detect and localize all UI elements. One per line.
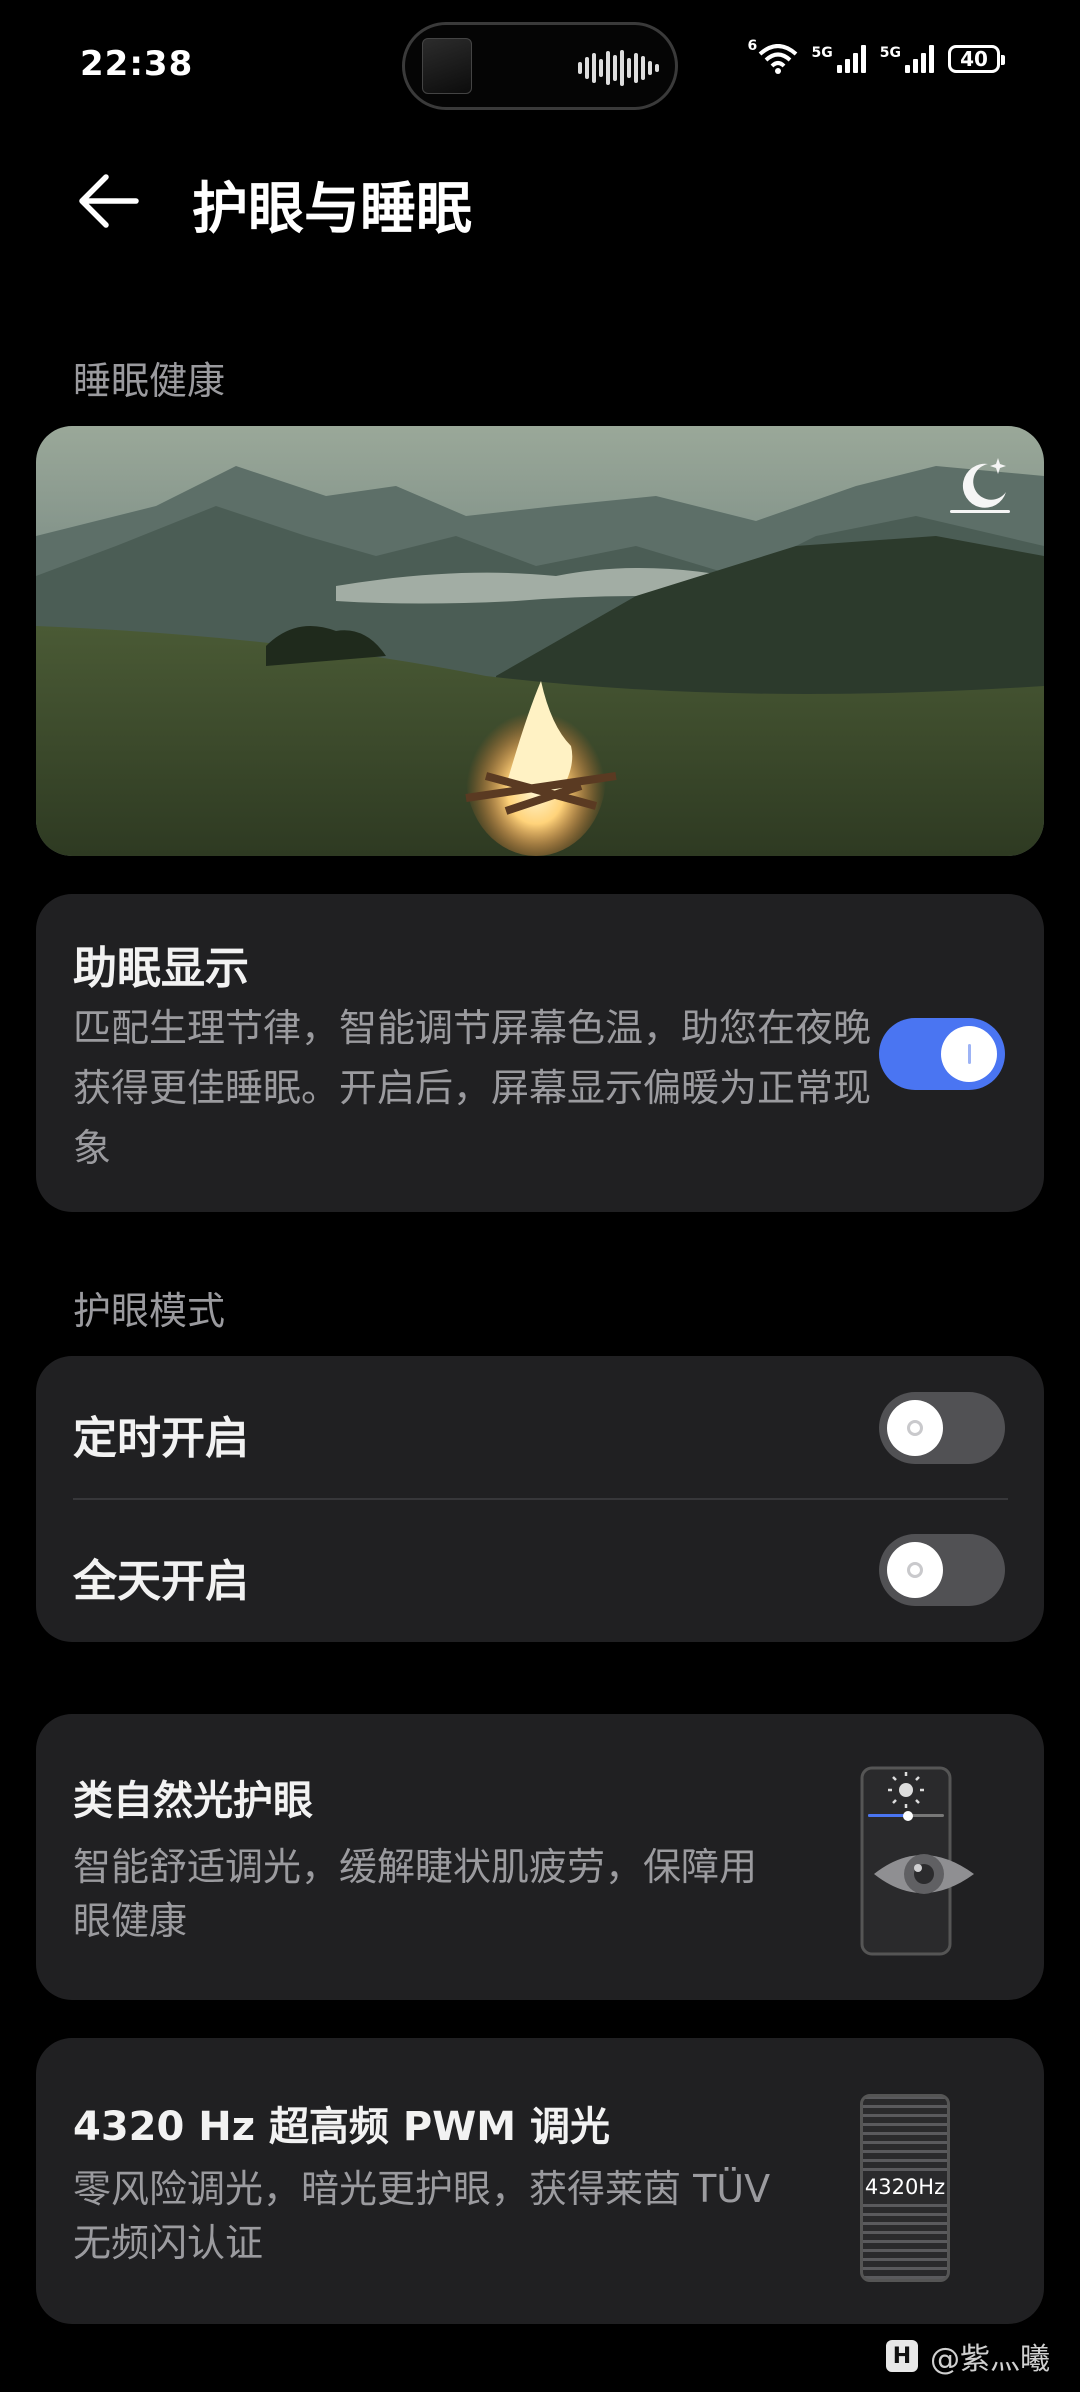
all-day-on-toggle[interactable] xyxy=(879,1534,1005,1606)
section-heading-eye: 护眼模式 xyxy=(73,1289,226,1333)
status-icons: 6 5G 5G 40 xyxy=(748,38,1005,74)
pwm-frequency-icon: 4320Hz xyxy=(860,2094,950,2282)
pwm-desc: 零风险调光，暗光更护眼，获得莱茵 TÜV 无频闪认证 xyxy=(73,2167,771,2265)
status-time: 22:38 xyxy=(80,44,194,84)
watermark-text: @紫灬曦 xyxy=(930,2342,1050,2377)
eye-brightness-icon xyxy=(860,1766,980,1960)
sleep-hero-image xyxy=(36,426,1044,856)
divider xyxy=(73,1498,1008,1500)
back-button[interactable] xyxy=(76,168,142,234)
watermark-logo: H xyxy=(886,2340,918,2372)
natural-light-card[interactable]: 类自然光护眼 智能舒适调光，缓解睫状肌疲劳，保障用眼健康 xyxy=(36,1714,1044,2000)
back-arrow-icon xyxy=(79,174,139,228)
signal-icon-2: 5G xyxy=(880,45,934,73)
all-day-on-label: 全天开启 xyxy=(73,1556,249,1607)
media-thumbnail xyxy=(422,38,472,94)
scheduled-on-label: 定时开启 xyxy=(73,1413,249,1464)
watermark: H @紫灬曦 xyxy=(886,2334,1050,2378)
natural-light-title: 类自然光护眼 xyxy=(73,1778,313,1824)
section-heading-sleep: 睡眠健康 xyxy=(73,359,226,403)
assist-sleep-card[interactable]: 助眠显示 匹配生理节律，智能调节屏幕色温，助您在夜晚获得更佳睡眠。开启后，屏幕显… xyxy=(36,894,1044,1212)
eye-mode-card: 定时开启 全天开启 xyxy=(36,1356,1044,1642)
assist-sleep-title: 助眠显示 xyxy=(73,943,249,994)
audio-waveform-icon xyxy=(578,48,659,88)
battery-icon: 40 xyxy=(948,45,1005,73)
pwm-card[interactable]: 4320 Hz 超高频 PWM 调光 零风险调光，暗光更护眼，获得莱茵 TÜV … xyxy=(36,2038,1044,2324)
moon-stars-icon xyxy=(948,452,1012,520)
assist-sleep-toggle[interactable] xyxy=(879,1018,1005,1090)
signal-icon-1: 5G xyxy=(812,45,866,73)
natural-light-desc: 智能舒适调光，缓解睫状肌疲劳，保障用眼健康 xyxy=(73,1845,758,1943)
pwm-frequency-badge: 4320Hz xyxy=(863,2171,947,2203)
assist-sleep-desc: 匹配生理节律，智能调节屏幕色温，助您在夜晚获得更佳睡眠。开启后，屏幕显示偏暖为正… xyxy=(73,1006,872,1170)
pwm-title: 4320 Hz 超高频 PWM 调光 xyxy=(73,2104,611,2150)
wifi-icon: 6 xyxy=(748,38,798,74)
scheduled-on-toggle[interactable] xyxy=(879,1392,1005,1464)
page-title: 护眼与睡眠 xyxy=(192,177,472,242)
